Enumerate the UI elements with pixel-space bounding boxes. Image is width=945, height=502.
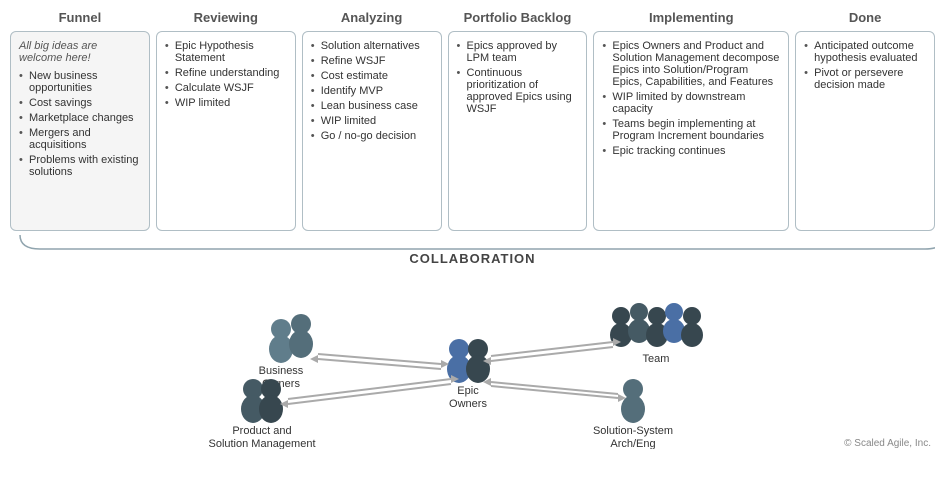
svg-text:Epic: Epic: [457, 385, 479, 397]
done-column: Done Anticipated outcome hypothesis eval…: [795, 10, 935, 231]
svg-text:Team: Team: [642, 353, 669, 365]
list-item: Calculate WSJF: [165, 82, 287, 94]
funnel-box: All big ideas are welcome here! New busi…: [10, 31, 150, 231]
list-item: Anticipated outcome hypothesis evaluated: [804, 40, 926, 64]
implementing-box: Epics Owners and Product and Solution Ma…: [593, 31, 789, 231]
done-box: Anticipated outcome hypothesis evaluated…: [795, 31, 935, 231]
svg-text:Owners: Owners: [449, 398, 487, 410]
svg-text:Business: Business: [258, 365, 303, 377]
list-item: Identify MVP: [311, 85, 433, 97]
list-item: Teams begin implementing at Program Incr…: [602, 118, 780, 142]
list-item: WIP limited: [165, 97, 287, 109]
analyzing-title: Analyzing: [302, 10, 442, 25]
list-item: Lean business case: [311, 100, 433, 112]
funnel-column: Funnel All big ideas are welcome here! N…: [10, 10, 150, 231]
reviewing-column: Reviewing Epic Hypothesis Statement Refi…: [156, 10, 296, 231]
funnel-list: New business opportunities Cost savings …: [19, 70, 141, 178]
list-item: Refine understanding: [165, 67, 287, 79]
list-item: Refine WSJF: [311, 55, 433, 67]
list-item: Cost estimate: [311, 70, 433, 82]
list-item: WIP limited: [311, 115, 433, 127]
list-item: WIP limited by downstream capacity: [602, 91, 780, 115]
svg-text:Product and: Product and: [232, 425, 291, 437]
portfolio-backlog-title: Portfolio Backlog: [448, 10, 588, 25]
analyzing-box: Solution alternatives Refine WSJF Cost e…: [302, 31, 442, 231]
list-item: Go / no-go decision: [311, 130, 433, 142]
portfolio-backlog-box: Epics approved by LPM team Continuous pr…: [448, 31, 588, 231]
reviewing-list: Epic Hypothesis Statement Refine underst…: [165, 40, 287, 109]
implementing-column: Implementing Epics Owners and Product an…: [593, 10, 789, 231]
funnel-title: Funnel: [10, 10, 150, 25]
portfolio-backlog-column: Portfolio Backlog Epics approved by LPM …: [448, 10, 588, 231]
implementing-title: Implementing: [593, 10, 789, 25]
list-item: Epic tracking continues: [602, 145, 780, 157]
list-item: Epics approved by LPM team: [457, 40, 579, 64]
list-item: Pivot or persevere decision made: [804, 67, 926, 91]
list-item: Epics Owners and Product and Solution Ma…: [602, 40, 780, 88]
collaboration-diagram: Business Owners Team Epic Owners: [23, 274, 923, 449]
bottom-section: COLLABORATION Business Owners: [0, 251, 945, 453]
analyzing-list: Solution alternatives Refine WSJF Cost e…: [311, 40, 433, 142]
collaboration-title: COLLABORATION: [10, 251, 935, 266]
reviewing-title: Reviewing: [156, 10, 296, 25]
list-item: Mergers and acquisitions: [19, 127, 141, 151]
bracket-container: [0, 233, 945, 251]
analyzing-column: Analyzing Solution alternatives Refine W…: [302, 10, 442, 231]
funnel-italic-text: All big ideas are welcome here!: [19, 40, 141, 64]
reviewing-box: Epic Hypothesis Statement Refine underst…: [156, 31, 296, 231]
list-item: Epic Hypothesis Statement: [165, 40, 287, 64]
svg-text:Solution Management: Solution Management: [208, 438, 315, 449]
list-item: Continuous prioritization of approved Ep…: [457, 67, 579, 115]
list-item: Marketplace changes: [19, 112, 141, 124]
list-item: Cost savings: [19, 97, 141, 109]
svg-text:Arch/Eng: Arch/Eng: [610, 438, 655, 449]
list-item: Problems with existing solutions: [19, 154, 141, 178]
implementing-list: Epics Owners and Product and Solution Ma…: [602, 40, 780, 157]
list-item: Solution alternatives: [311, 40, 433, 52]
bracket-svg: [10, 233, 935, 251]
collaboration-area: Business Owners Team Epic Owners: [10, 274, 935, 449]
top-section: Funnel All big ideas are welcome here! N…: [0, 0, 945, 231]
list-item: New business opportunities: [19, 70, 141, 94]
done-list: Anticipated outcome hypothesis evaluated…: [804, 40, 926, 91]
done-title: Done: [795, 10, 935, 25]
portfolio-backlog-list: Epics approved by LPM team Continuous pr…: [457, 40, 579, 115]
svg-text:Solution-System: Solution-System: [592, 425, 672, 437]
copyright-text: © Scaled Agile, Inc.: [844, 438, 931, 449]
